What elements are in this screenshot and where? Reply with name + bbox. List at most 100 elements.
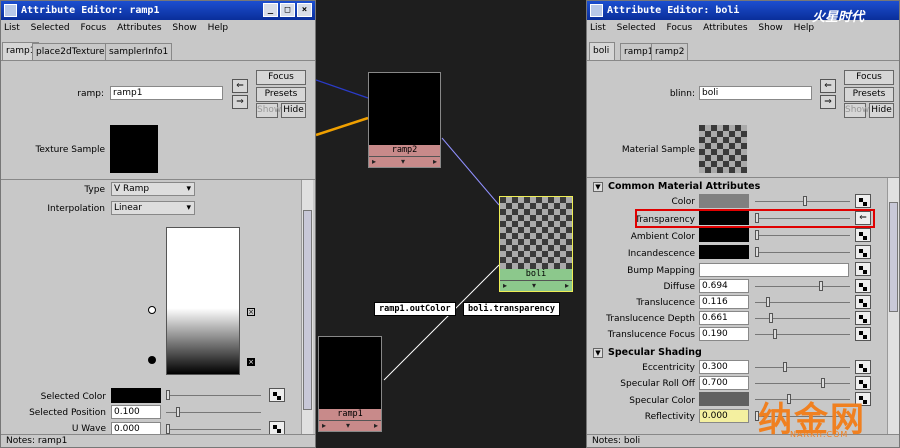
menu-selected[interactable]: Selected [617, 23, 656, 33]
show-button[interactable]: Show [256, 103, 281, 118]
slider-knob[interactable] [755, 230, 759, 240]
translucence-focus-slider[interactable] [755, 329, 850, 339]
input-connection-icon[interactable]: ⇐ [232, 79, 248, 93]
incandescence-slider[interactable] [755, 247, 850, 257]
bump-mapping-field[interactable] [699, 263, 849, 277]
slider-knob[interactable] [166, 424, 170, 434]
menu-focus[interactable]: Focus [667, 23, 693, 33]
map-button-icon[interactable] [855, 194, 871, 208]
slider-knob[interactable] [769, 313, 773, 323]
focus-button[interactable]: Focus [844, 70, 894, 85]
section-common-material[interactable]: ▼ Common Material Attributes [593, 181, 760, 192]
ramp-gradient[interactable] [166, 227, 240, 375]
specular-roll-off-slider[interactable] [755, 378, 850, 388]
slider-knob[interactable] [766, 297, 770, 307]
node-name-field[interactable]: ramp1 [110, 86, 223, 100]
color-entry-handle-black[interactable] [148, 356, 156, 364]
map-button-icon[interactable] [855, 295, 871, 309]
map-button-icon[interactable] [855, 327, 871, 341]
collapse-arrow-icon[interactable]: ▼ [593, 348, 603, 358]
selected-color-slider[interactable] [166, 390, 261, 400]
slider-knob[interactable] [773, 329, 777, 339]
slider-knob[interactable] [783, 362, 787, 372]
ramp2-node[interactable]: ramp2 ▸ ▾ ▸ [368, 72, 441, 168]
map-button-icon[interactable] [269, 421, 285, 435]
map-button-icon[interactable] [269, 388, 285, 402]
delete-entry-icon[interactable]: × [247, 358, 255, 366]
translucence-depth-field[interactable]: 0.661 [699, 311, 749, 325]
hypershade-work-area[interactable]: ramp2 ▸ ▾ ▸ boli ▸ ▾ ▸ ramp1 ▸ ▾ ▸ ramp1.outCo… [316, 0, 586, 448]
hide-button[interactable]: Hide [869, 103, 894, 118]
map-button-icon[interactable] [855, 311, 871, 325]
map-button-icon[interactable] [855, 245, 871, 259]
ramp1-node-ports[interactable]: ▸ ▾ ▸ [319, 420, 381, 431]
map-button-icon[interactable] [855, 279, 871, 293]
incandescence-swatch[interactable] [699, 245, 749, 259]
menu-show[interactable]: Show [172, 23, 196, 33]
hide-button[interactable]: Hide [281, 103, 306, 118]
map-button-icon[interactable] [855, 228, 871, 242]
boli-node-ports[interactable]: ▸ ▾ ▸ [500, 280, 572, 291]
menu-help[interactable]: Help [208, 23, 229, 33]
show-button[interactable]: Show [844, 103, 869, 118]
delete-entry-icon[interactable]: × [247, 308, 255, 316]
diffuse-field[interactable]: 0.694 [699, 279, 749, 293]
vertical-scrollbar[interactable] [301, 180, 313, 434]
slider-knob[interactable] [755, 247, 759, 257]
selected-color-swatch[interactable] [111, 388, 161, 403]
eccentricity-slider[interactable] [755, 362, 850, 372]
section-specular-shading[interactable]: ▼ Specular Shading [593, 347, 702, 358]
map-button-icon[interactable] [855, 376, 871, 390]
ambient-color-swatch[interactable] [699, 228, 749, 242]
presets-button[interactable]: Presets [844, 87, 894, 102]
slider-knob[interactable] [166, 390, 170, 400]
menu-show[interactable]: Show [758, 23, 782, 33]
slider-knob[interactable] [803, 196, 807, 206]
boli-node[interactable]: boli ▸ ▾ ▸ [499, 196, 573, 292]
selected-position-slider[interactable] [166, 407, 261, 417]
ambient-color-slider[interactable] [755, 230, 850, 240]
maximize-icon[interactable]: □ [280, 3, 295, 17]
minimize-icon[interactable]: _ [263, 3, 278, 17]
menu-list[interactable]: List [4, 23, 20, 33]
reflectivity-field[interactable]: 0.000 [699, 409, 749, 423]
translucence-field[interactable]: 0.116 [699, 295, 749, 309]
map-button-icon[interactable] [855, 360, 871, 374]
menu-attributes[interactable]: Attributes [703, 23, 747, 33]
title-bar[interactable]: Attribute Editor: ramp1 _ □ × [1, 1, 315, 20]
menu-attributes[interactable]: Attributes [117, 23, 161, 33]
scrollbar-thumb[interactable] [889, 202, 898, 312]
translucence-depth-slider[interactable] [755, 313, 850, 323]
menu-focus[interactable]: Focus [81, 23, 107, 33]
translucence-focus-field[interactable]: 0.190 [699, 327, 749, 341]
color-swatch[interactable] [699, 194, 749, 208]
translucence-slider[interactable] [755, 297, 850, 307]
input-connection-icon[interactable]: ⇐ [820, 79, 836, 93]
eccentricity-field[interactable]: 0.300 [699, 360, 749, 374]
map-button-icon[interactable] [855, 262, 871, 276]
ramp1-node[interactable]: ramp1 ▸ ▾ ▸ [318, 336, 382, 432]
type-dropdown[interactable]: V Ramp ▾ [111, 182, 195, 196]
close-icon[interactable]: × [297, 3, 312, 17]
node-name-field[interactable]: boli [699, 86, 812, 100]
tab-boli[interactable]: boli [589, 42, 615, 61]
menu-list[interactable]: List [590, 23, 606, 33]
specular-color-swatch[interactable] [699, 392, 749, 406]
specular-roll-off-field[interactable]: 0.700 [699, 376, 749, 390]
color-entry-handle-white[interactable] [148, 306, 156, 314]
slider-knob[interactable] [819, 281, 823, 291]
presets-button[interactable]: Presets [256, 87, 306, 102]
slider-knob[interactable] [821, 378, 825, 388]
slider-knob[interactable] [176, 407, 180, 417]
scrollbar-thumb[interactable] [303, 210, 312, 410]
focus-button[interactable]: Focus [256, 70, 306, 85]
interpolation-dropdown[interactable]: Linear ▾ [111, 201, 195, 215]
output-connection-icon[interactable]: ⇒ [820, 95, 836, 109]
vertical-scrollbar[interactable] [887, 178, 899, 434]
output-connection-icon[interactable]: ⇒ [232, 95, 248, 109]
selected-position-field[interactable]: 0.100 [111, 405, 161, 419]
tab-ramp2[interactable]: ramp2 [651, 43, 689, 61]
diffuse-slider[interactable] [755, 281, 850, 291]
ramp2-node-ports[interactable]: ▸ ▾ ▸ [369, 156, 440, 167]
u-wave-slider[interactable] [166, 424, 261, 434]
